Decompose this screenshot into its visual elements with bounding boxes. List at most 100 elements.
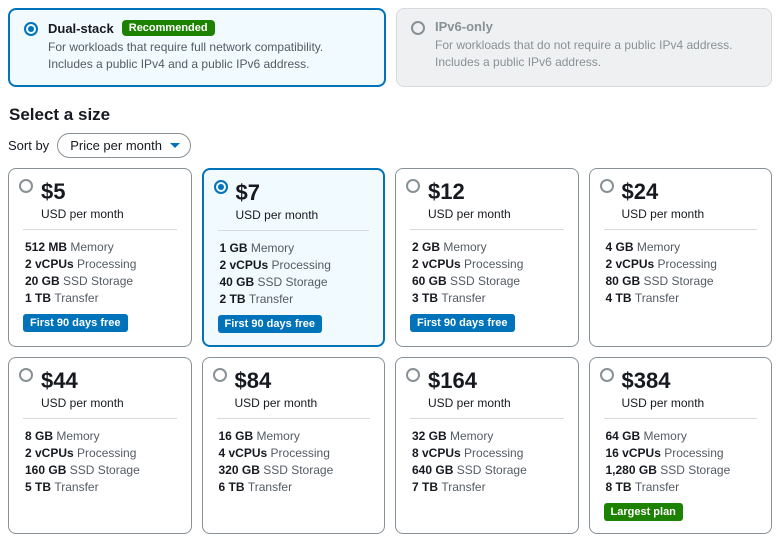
- spec-label: SSD Storage: [70, 463, 140, 477]
- plan-unit: USD per month: [622, 207, 758, 221]
- spec-value: 4 vCPUs: [219, 446, 271, 460]
- spec-row: 16 GB Memory: [219, 429, 371, 443]
- spec-value: 2 vCPUs: [25, 446, 77, 460]
- spec-row: 40 GB SSD Storage: [220, 275, 370, 289]
- spec-value: 80 GB: [606, 274, 644, 288]
- plan-card[interactable]: $5USD per month512 MB Memory2 vCPUs Proc…: [8, 168, 192, 347]
- spec-row: 64 GB Memory: [606, 429, 758, 443]
- plan-unit: USD per month: [41, 396, 177, 410]
- spec-row: 2 GB Memory: [412, 240, 564, 254]
- spec-row: 160 GB SSD Storage: [25, 463, 177, 477]
- divider: [604, 418, 758, 419]
- divider: [217, 418, 371, 419]
- spec-label: Memory: [644, 429, 687, 443]
- spec-value: 8 GB: [25, 429, 56, 443]
- plan-price: $164: [428, 368, 564, 394]
- chevron-down-icon: [170, 143, 180, 148]
- plan-card[interactable]: $164 USD per month 32 GB Memory8 vCPUs Pro…: [395, 357, 579, 534]
- spec-value: 4 GB: [606, 240, 637, 254]
- plan-card[interactable]: $44USD per month8 GB Memory2 vCPUs Proce…: [8, 357, 192, 534]
- section-title: Select a size: [9, 105, 772, 125]
- spec-value: 512 MB: [25, 240, 70, 254]
- spec-row: 2 vCPUs Processing: [220, 258, 370, 272]
- network-type-options: Dual-stack Recommended For workloads that …: [8, 8, 772, 87]
- spec-value: 2 vCPUs: [220, 258, 272, 272]
- spec-label: Transfer: [441, 291, 485, 305]
- recommended-badge: Recommended: [122, 20, 215, 36]
- radio-icon: [406, 179, 420, 193]
- spec-row: 2 vCPUs Processing: [606, 257, 758, 271]
- spec-row: 640 GB SSD Storage: [412, 463, 564, 477]
- spec-value: 2 vCPUs: [25, 257, 77, 271]
- network-type-desc: For workloads that require full network …: [48, 39, 370, 73]
- sort-row: Sort by Price per month: [8, 133, 772, 158]
- plan-specs: 32 GB Memory8 vCPUs Processing640 GB SSD…: [412, 429, 564, 494]
- spec-row: 7 TB Transfer: [412, 480, 564, 494]
- spec-label: Processing: [664, 446, 723, 460]
- plan-price: $384: [622, 368, 758, 394]
- spec-value: 1,280 GB: [606, 463, 661, 477]
- plan-unit: USD per month: [428, 396, 564, 410]
- spec-label: Processing: [464, 446, 523, 460]
- plan-unit: USD per month: [236, 208, 370, 222]
- promo-badge: First 90 days free: [23, 314, 128, 332]
- spec-value: 2 vCPUs: [412, 257, 464, 271]
- spec-value: 2 vCPUs: [606, 257, 658, 271]
- spec-label: Processing: [464, 257, 523, 271]
- plan-specs: 16 GB Memory 4 vCPUs Processing 320 GB SSD…: [219, 429, 371, 494]
- radio-icon: [411, 21, 425, 35]
- spec-label: SSD Storage: [263, 463, 333, 477]
- spec-label: Processing: [77, 446, 136, 460]
- network-type-title: IPv6-only: [435, 19, 493, 34]
- plan-grid: $5USD per month512 MB Memory2 vCPUs Proc…: [8, 168, 772, 534]
- spec-label: Memory: [443, 240, 486, 254]
- promo-badge: First 90 days free: [410, 314, 515, 332]
- plan-unit: USD per month: [622, 396, 758, 410]
- plan-specs: 4 GB Memory2 vCPUs Processing80 GB SSD S…: [606, 240, 758, 305]
- spec-value: 1 TB: [25, 291, 54, 305]
- network-type-card[interactable]: Dual-stack Recommended For workloads that …: [8, 8, 386, 87]
- radio-icon: [406, 368, 420, 382]
- sort-select[interactable]: Price per month: [57, 133, 191, 158]
- plan-price: $44: [41, 368, 177, 394]
- plan-card[interactable]: $384 USD per month 64 GB Memory 16 vCPUs Pr…: [589, 357, 773, 534]
- spec-label: Transfer: [54, 291, 98, 305]
- spec-row: 2 vCPUs Processing: [25, 446, 177, 460]
- spec-label: SSD Storage: [644, 274, 714, 288]
- radio-icon: [19, 368, 33, 382]
- plan-card[interactable]: $24USD per month4 GB Memory2 vCPUs Proce…: [589, 168, 773, 347]
- divider: [604, 229, 758, 230]
- spec-row: 20 GB SSD Storage: [25, 274, 177, 288]
- sort-label: Sort by: [8, 138, 49, 153]
- spec-label: Transfer: [248, 480, 292, 494]
- spec-value: 4 TB: [606, 291, 635, 305]
- radio-icon: [214, 180, 228, 194]
- spec-label: Memory: [450, 429, 493, 443]
- plan-card[interactable]: $7USD per month1 GB Memory2 vCPUs Proces…: [202, 168, 386, 347]
- spec-row: 5 TB Transfer: [25, 480, 177, 494]
- spec-row: 16 vCPUs Processing: [606, 446, 758, 460]
- spec-label: SSD Storage: [660, 463, 730, 477]
- divider: [23, 418, 177, 419]
- divider: [410, 229, 564, 230]
- spec-row: 4 TB Transfer: [606, 291, 758, 305]
- spec-row: 4 vCPUs Processing: [219, 446, 371, 460]
- spec-value: 1 GB: [220, 241, 251, 255]
- spec-label: Memory: [257, 429, 300, 443]
- spec-row: 2 vCPUs Processing: [412, 257, 564, 271]
- network-type-title: Dual-stack: [48, 21, 114, 36]
- spec-row: 320 GB SSD Storage: [219, 463, 371, 477]
- promo-badge: First 90 days free: [218, 315, 323, 333]
- spec-value: 160 GB: [25, 463, 70, 477]
- spec-row: 8 TB Transfer: [606, 480, 758, 494]
- spec-value: 60 GB: [412, 274, 450, 288]
- plan-card[interactable]: $12USD per month2 GB Memory2 vCPUs Proce…: [395, 168, 579, 347]
- plan-card[interactable]: $84USD per month16 GB Memory4 vCPUs Proc…: [202, 357, 386, 534]
- spec-value: 320 GB: [219, 463, 264, 477]
- plan-specs: 8 GB Memory2 vCPUs Processing160 GB SSD …: [25, 429, 177, 494]
- spec-row: 6 TB Transfer: [219, 480, 371, 494]
- spec-value: 16 vCPUs: [606, 446, 665, 460]
- spec-row: 2 TB Transfer: [220, 292, 370, 306]
- plan-unit: USD per month: [428, 207, 564, 221]
- spec-label: Transfer: [635, 480, 679, 494]
